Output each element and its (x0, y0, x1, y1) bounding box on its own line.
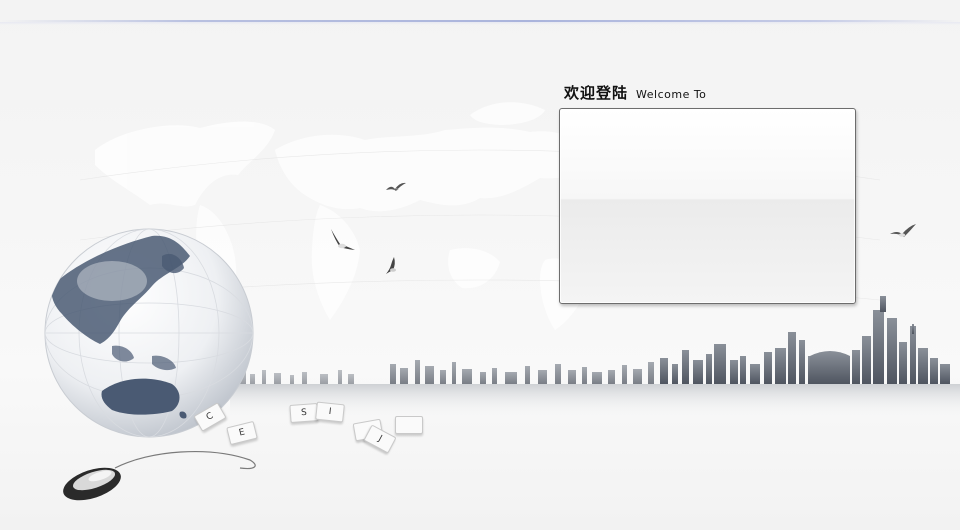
welcome-title-english: Welcome To (636, 88, 707, 101)
keyboard-key-s: S (289, 403, 319, 423)
city-skyline (230, 296, 960, 420)
welcome-header: 欢迎登陆 Welcome To (564, 82, 706, 102)
login-panel (559, 108, 856, 304)
seagull-icon (890, 224, 916, 237)
seagull-icon (386, 182, 406, 191)
seagull-icon (331, 229, 355, 250)
globe-image (44, 228, 254, 438)
keyboard-key-blank (395, 416, 423, 434)
keyboard-key-i: I (315, 401, 345, 423)
computer-mouse-image (63, 450, 256, 501)
seagull-icon (386, 257, 396, 274)
welcome-title-chinese: 欢迎登陆 (564, 84, 629, 102)
